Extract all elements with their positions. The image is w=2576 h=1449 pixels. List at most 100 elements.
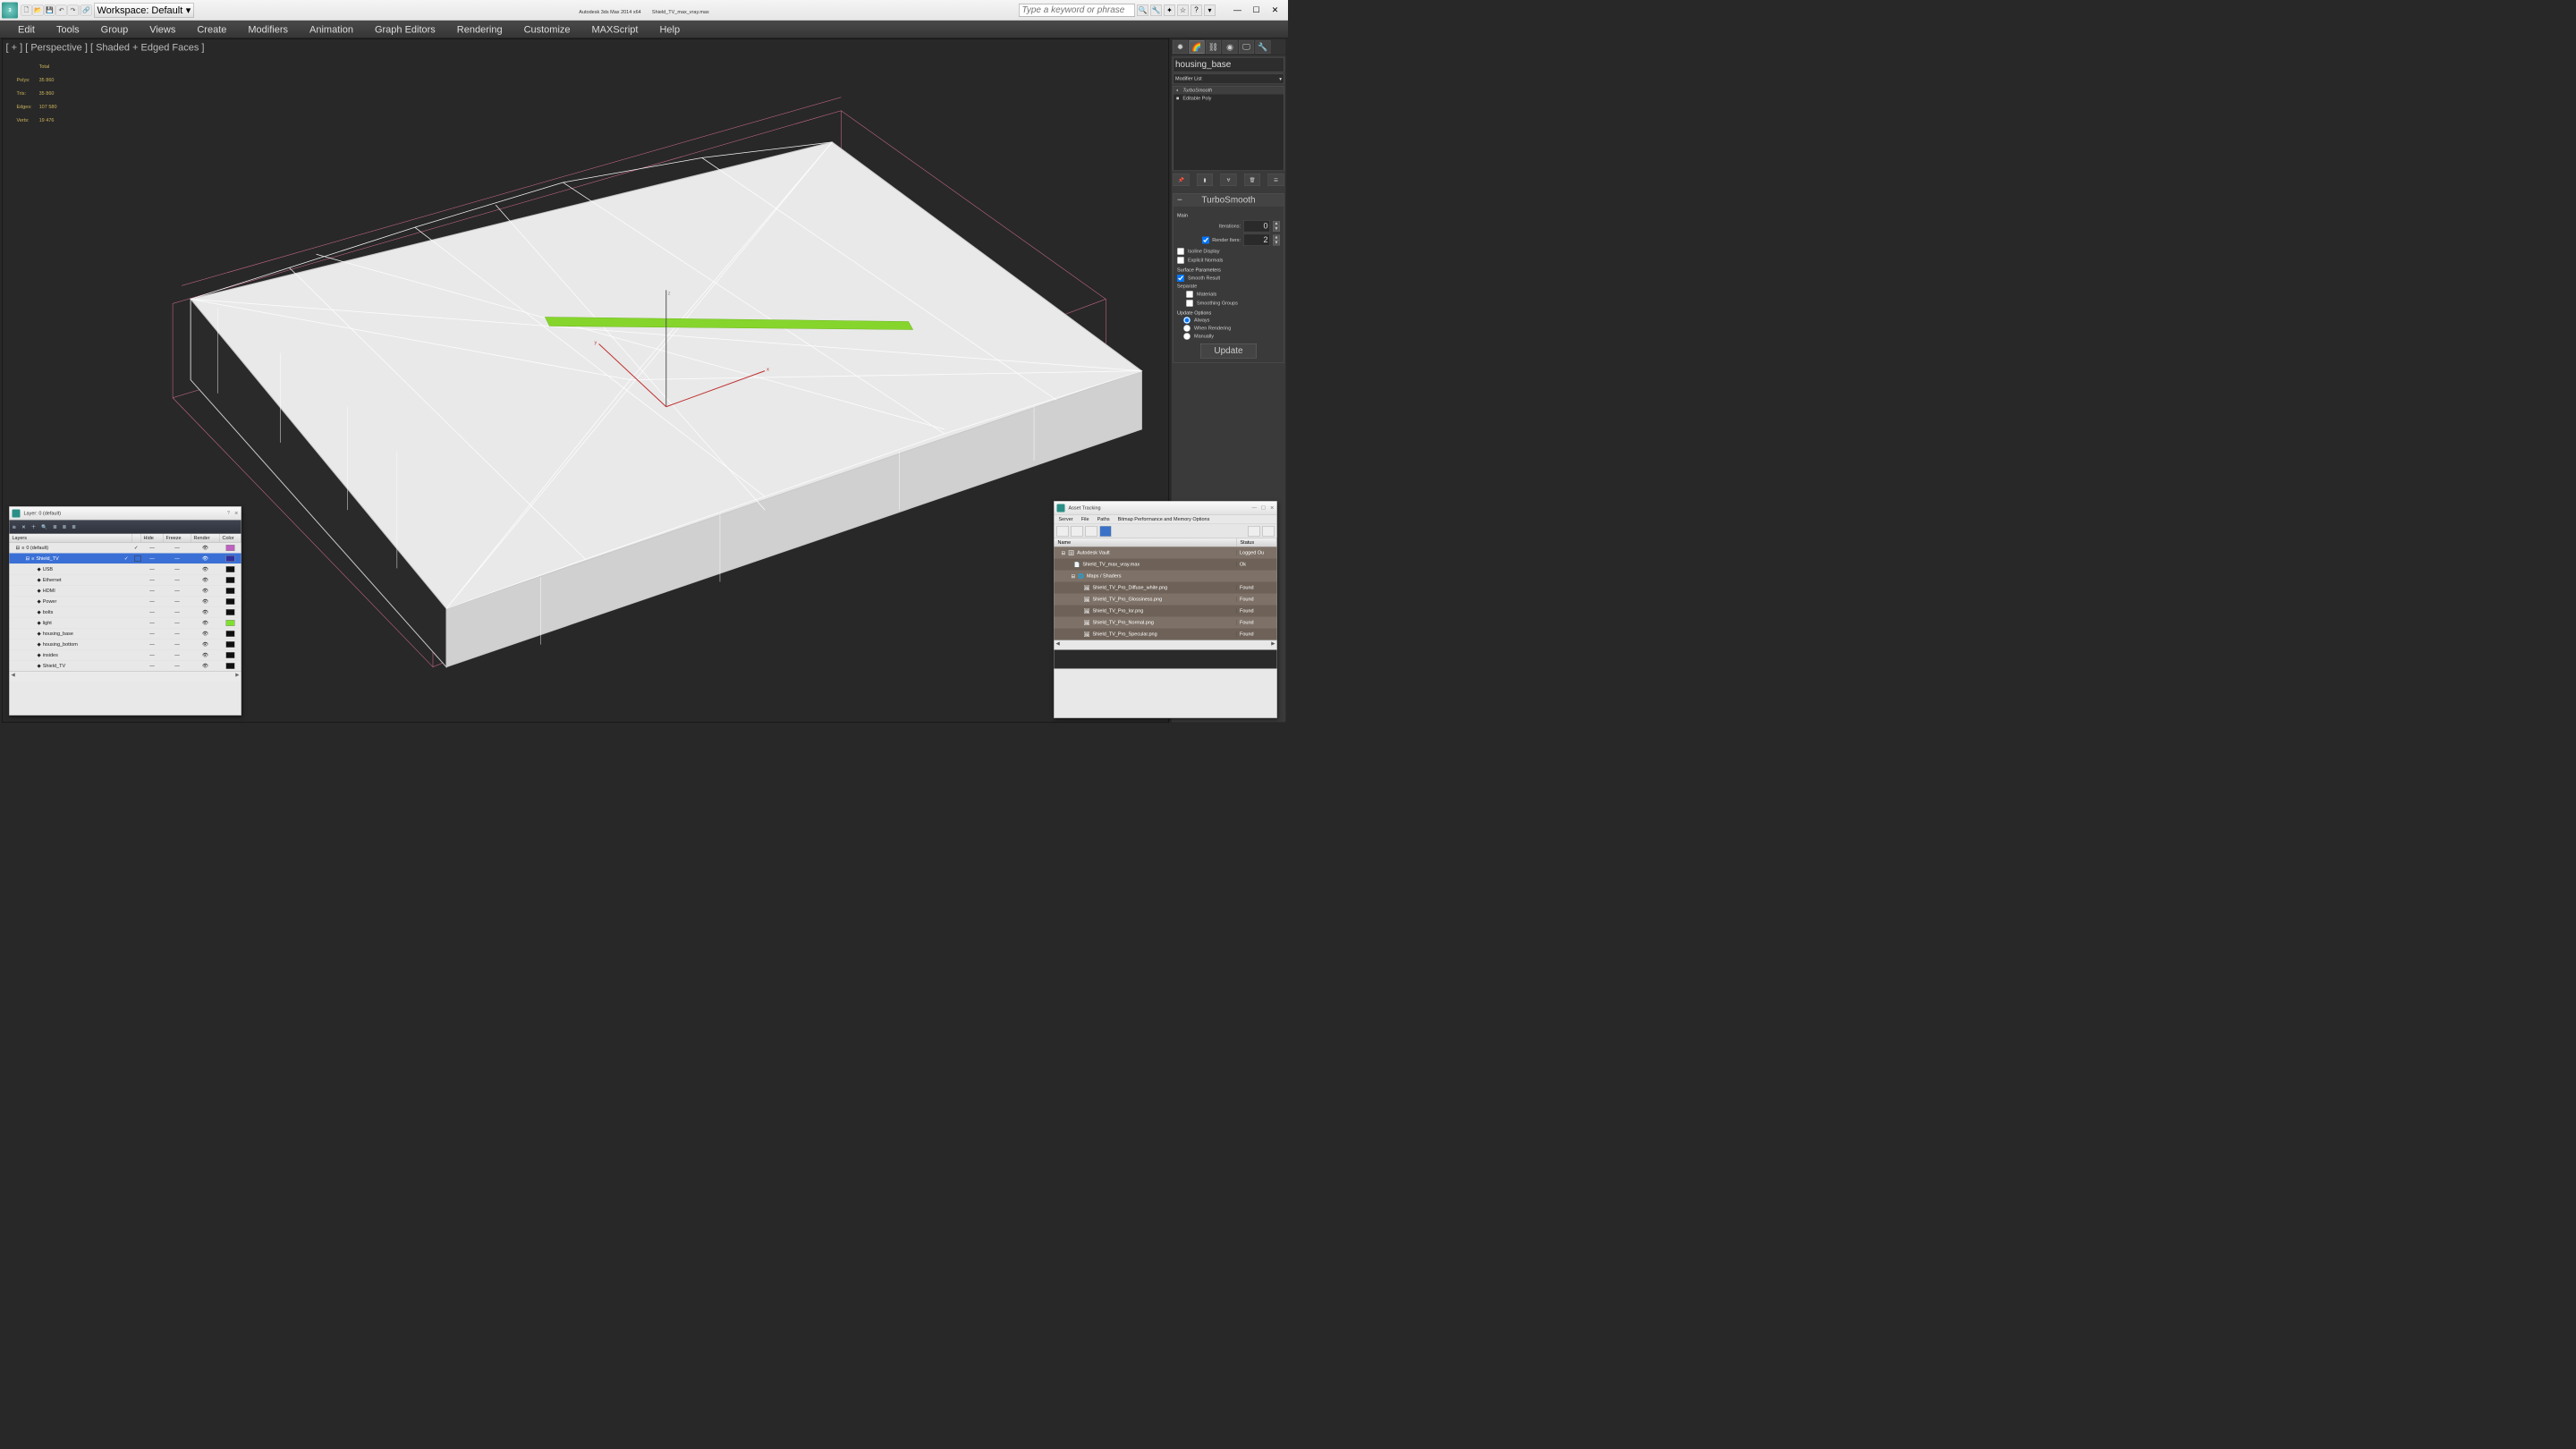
- configure-sets-icon[interactable]: ☰: [1268, 174, 1284, 186]
- display-tab-icon[interactable]: 🖵: [1239, 40, 1254, 54]
- search-go-icon[interactable]: 🔍: [1137, 4, 1148, 16]
- hide-unhide-icon[interactable]: ≣: [63, 524, 67, 530]
- link-icon[interactable]: 🔗: [81, 4, 92, 15]
- asset-menu-server[interactable]: Server: [1059, 517, 1073, 522]
- close-icon[interactable]: ✕: [1270, 505, 1275, 512]
- app-logo-icon[interactable]: 3: [2, 2, 18, 18]
- asset-menu-bitmap[interactable]: Bitmap Performance and Memory Options: [1118, 517, 1210, 522]
- object-name-field[interactable]: [1174, 57, 1284, 72]
- render-iters-checkbox[interactable]: [1202, 236, 1209, 243]
- menu-customize[interactable]: Customize: [524, 23, 571, 35]
- iterations-spinner[interactable]: ▲▼: [1273, 221, 1280, 232]
- menu-create[interactable]: Create: [197, 23, 226, 35]
- make-unique-icon[interactable]: ∀: [1221, 174, 1237, 186]
- maximize-icon[interactable]: ☐: [1261, 505, 1266, 512]
- menu-maxscript[interactable]: MAXScript: [592, 23, 639, 35]
- col-layers[interactable]: Layers: [10, 534, 132, 542]
- layer-row[interactable]: ◆Ethernet——👁: [10, 575, 242, 586]
- settings-icon[interactable]: [1249, 526, 1260, 537]
- modifier-stack[interactable]: ◐TurboSmooth■Editable Poly: [1174, 86, 1284, 171]
- help-icon[interactable]: ?: [227, 511, 230, 517]
- layer-row[interactable]: ◆HDMI——👁: [10, 586, 242, 597]
- workspace-dropdown[interactable]: Workspace: Default: [94, 3, 194, 17]
- exchange-icon[interactable]: ✦: [1164, 4, 1175, 16]
- refresh-icon[interactable]: [1057, 526, 1069, 537]
- asset-row[interactable]: 🖼Shield_TV_Pro_Specular.pngFound: [1055, 629, 1277, 640]
- col-render[interactable]: Render: [191, 534, 220, 542]
- smooth-result-checkbox[interactable]: [1177, 275, 1184, 282]
- layer-row[interactable]: ◆housing_base——👁: [10, 629, 242, 640]
- layer-row[interactable]: ◆bolts——👁: [10, 607, 242, 618]
- motion-tab-icon[interactable]: ◉: [1223, 40, 1238, 54]
- menu-rendering[interactable]: Rendering: [457, 23, 503, 35]
- select-objects-icon[interactable]: 🔍: [41, 524, 47, 530]
- layer-row[interactable]: ⊟≡Shield_TV✓——👁: [10, 554, 242, 564]
- asset-row[interactable]: 📄Shield_TV_max_vray.maxOk: [1055, 559, 1277, 571]
- tree-icon[interactable]: [1086, 526, 1097, 537]
- modifier-editable-poly[interactable]: ■Editable Poly: [1174, 95, 1284, 103]
- create-tab-icon[interactable]: ✹: [1173, 40, 1188, 54]
- iterations-field[interactable]: [1243, 220, 1270, 233]
- rollout-header[interactable]: TurboSmooth: [1174, 194, 1284, 208]
- layer-row[interactable]: ◆insides——👁: [10, 650, 242, 661]
- help-icon[interactable]: ?: [1191, 4, 1202, 16]
- modify-tab-icon[interactable]: 🌈: [1190, 40, 1205, 54]
- asset-row[interactable]: 🖼Shield_TV_Pro_Ior.pngFound: [1055, 606, 1277, 617]
- menu-views[interactable]: Views: [149, 23, 175, 35]
- explicit-normals-checkbox[interactable]: [1177, 257, 1184, 264]
- maximize-button[interactable]: ☐: [1250, 5, 1263, 15]
- close-button[interactable]: ✕: [1268, 5, 1282, 15]
- menu-edit[interactable]: Edit: [18, 23, 35, 35]
- layer-row[interactable]: ◆housing_bottom——👁: [10, 640, 242, 650]
- new-icon[interactable]: 🗋: [21, 4, 32, 15]
- freeze-unfreeze-icon[interactable]: ≣: [72, 524, 76, 530]
- subscription-icon[interactable]: 🔧: [1150, 4, 1162, 16]
- utilities-tab-icon[interactable]: 🔧: [1256, 40, 1271, 54]
- asset-window-titlebar[interactable]: Asset Tracking —☐✕: [1055, 502, 1277, 515]
- materials-checkbox[interactable]: [1186, 291, 1193, 298]
- asset-row[interactable]: 🖼Shield_TV_Pro_Normal.pngFound: [1055, 617, 1277, 629]
- help-dropdown-icon[interactable]: ▾: [1204, 4, 1216, 16]
- favorite-icon[interactable]: ☆: [1177, 4, 1189, 16]
- menu-animation[interactable]: Animation: [309, 23, 353, 35]
- col-status[interactable]: Status: [1237, 538, 1277, 547]
- hierarchy-tab-icon[interactable]: ⛓: [1206, 40, 1221, 54]
- new-layer-icon[interactable]: ≋: [13, 524, 17, 530]
- show-end-result-icon[interactable]: ▮: [1197, 174, 1213, 186]
- layer-row[interactable]: ◆Shield_TV——👁: [10, 661, 242, 672]
- layer-row[interactable]: ◆Power——👁: [10, 597, 242, 607]
- layer-row[interactable]: ◆USB——👁: [10, 564, 242, 575]
- layer-row[interactable]: ◆light——👁: [10, 618, 242, 629]
- col-name[interactable]: Name: [1055, 538, 1237, 547]
- menu-help[interactable]: Help: [659, 23, 680, 35]
- options-icon[interactable]: [1263, 526, 1275, 537]
- delete-layer-icon[interactable]: ✕: [21, 524, 26, 530]
- modifier-turbosmooth[interactable]: ◐TurboSmooth: [1174, 87, 1284, 95]
- modifier-list-dropdown[interactable]: Modifier List▾: [1174, 74, 1284, 85]
- save-icon[interactable]: 💾: [45, 4, 55, 15]
- menu-graph-editors[interactable]: Graph Editors: [375, 23, 436, 35]
- update-button[interactable]: Update: [1200, 343, 1257, 359]
- pin-stack-icon[interactable]: 📌: [1174, 174, 1190, 186]
- select-layers-icon[interactable]: ≣: [53, 524, 57, 530]
- asset-row[interactable]: 🖼Shield_TV_Pro_Glossiness.pngFound: [1055, 594, 1277, 606]
- undo-icon[interactable]: ↶: [56, 4, 67, 15]
- when-rendering-radio[interactable]: [1183, 325, 1191, 332]
- add-icon[interactable]: ＋: [31, 523, 37, 530]
- search-input[interactable]: [1019, 4, 1135, 16]
- col-color[interactable]: Color: [220, 534, 242, 542]
- open-icon[interactable]: 📂: [33, 4, 44, 15]
- col-hide[interactable]: Hide: [141, 534, 164, 542]
- redo-icon[interactable]: ↷: [68, 4, 79, 15]
- asset-row[interactable]: ⊟🗄Autodesk VaultLogged Ou: [1055, 547, 1277, 559]
- asset-row[interactable]: 🖼Shield_TV_Pro_Diffuse_white.pngFound: [1055, 582, 1277, 594]
- remove-modifier-icon[interactable]: 🗑: [1244, 174, 1260, 186]
- close-icon[interactable]: ✕: [234, 511, 239, 517]
- menu-group[interactable]: Group: [101, 23, 129, 35]
- minimize-icon[interactable]: —: [1251, 505, 1257, 512]
- minimize-button[interactable]: —: [1231, 5, 1244, 15]
- layer-row[interactable]: ⊟≡0 (default)✓——👁: [10, 543, 242, 554]
- asset-row[interactable]: ⊟🌐Maps / Shaders: [1055, 571, 1277, 582]
- layer-window-titlebar[interactable]: Layer: 0 (default) ?✕: [10, 507, 242, 521]
- manually-radio[interactable]: [1183, 333, 1191, 340]
